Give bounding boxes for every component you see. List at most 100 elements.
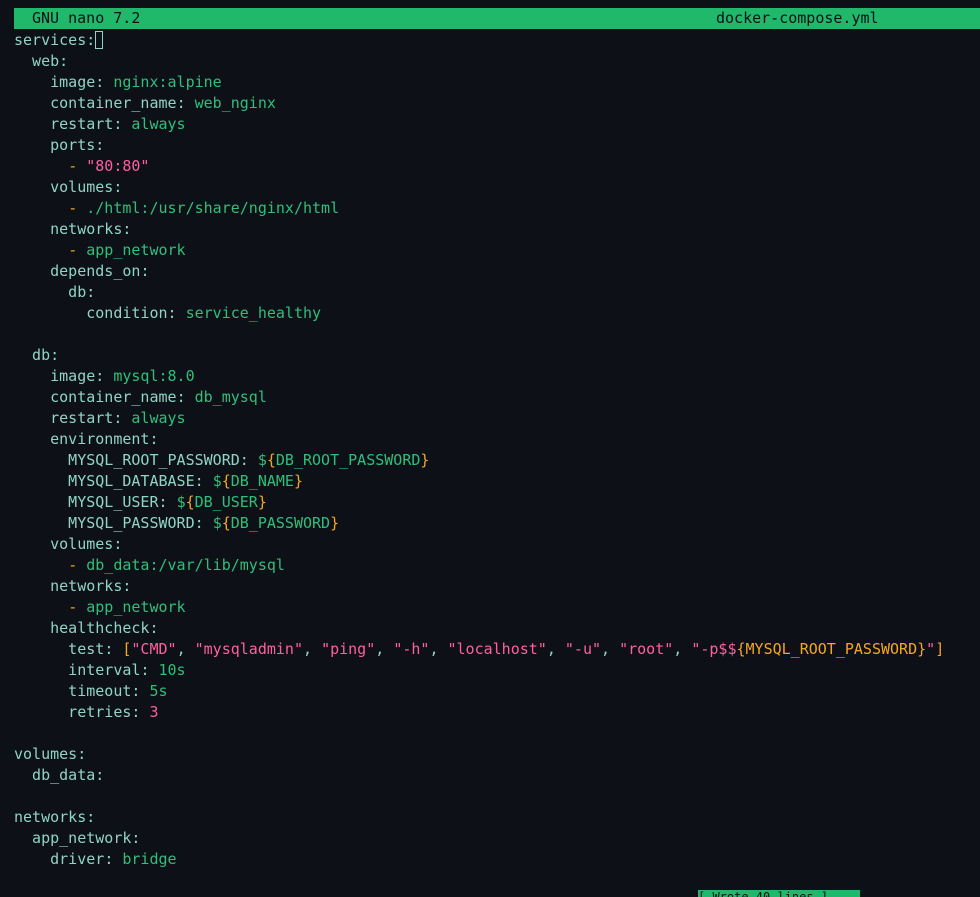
code-token: 3 xyxy=(149,703,159,721)
editor-name: GNU nano 7.2 xyxy=(32,9,141,27)
code-token: "-u" xyxy=(564,640,602,658)
code-line[interactable]: ports: xyxy=(14,135,980,156)
code-token: image xyxy=(14,367,96,385)
text-cursor xyxy=(95,31,104,49)
code-line[interactable]: db: xyxy=(14,282,980,303)
code-token: : xyxy=(104,640,123,658)
code-line[interactable]: - app_network xyxy=(14,240,980,261)
code-line[interactable] xyxy=(14,723,980,744)
code-token: driver xyxy=(14,850,105,868)
code-token: - xyxy=(68,556,87,574)
code-token: services xyxy=(14,31,87,49)
code-token: } xyxy=(293,472,303,490)
code-line[interactable]: depends_on: xyxy=(14,261,980,282)
code-line[interactable]: networks: xyxy=(14,576,980,597)
code-token: app_network xyxy=(86,241,186,259)
code-line[interactable] xyxy=(14,324,980,345)
code-token: db xyxy=(14,346,51,364)
nano-title-bar: GNU nano 7.2 docker-compose.yml xyxy=(14,8,980,29)
code-token: mysql:8.0 xyxy=(113,367,195,385)
code-line[interactable]: MYSQL_PASSWORD: ${DB_PASSWORD} xyxy=(14,513,980,534)
code-line[interactable]: - app_network xyxy=(14,597,980,618)
code-line[interactable]: timeout: 5s xyxy=(14,681,980,702)
code-token: - xyxy=(68,241,87,259)
code-token: volumes xyxy=(14,745,78,763)
code-token: MYSQL_USER xyxy=(14,493,159,511)
code-line[interactable]: image: nginx:alpine xyxy=(14,72,980,93)
code-line[interactable]: restart: always xyxy=(14,408,980,429)
code-token: : xyxy=(86,283,96,301)
code-token: - xyxy=(68,598,87,616)
code-token: : xyxy=(122,220,132,238)
code-line[interactable]: volumes: xyxy=(14,177,980,198)
code-token: : xyxy=(95,367,114,385)
code-line[interactable]: networks: xyxy=(14,807,980,828)
code-line[interactable]: condition: service_healthy xyxy=(14,303,980,324)
code-token: $ xyxy=(212,472,222,490)
code-token: ] xyxy=(935,640,945,658)
code-token: app_network xyxy=(14,829,132,847)
code-token: environment xyxy=(14,430,150,448)
code-token: : xyxy=(122,577,132,595)
text-editor-area[interactable]: services: web: image: nginx:alpine conta… xyxy=(14,30,980,870)
code-line[interactable]: - ./html:/usr/share/nginx/html xyxy=(14,198,980,219)
code-token: , xyxy=(176,640,195,658)
code-token: : xyxy=(167,304,186,322)
code-token: interval xyxy=(14,661,141,679)
code-line[interactable]: - db_data:/var/lib/mysql xyxy=(14,555,980,576)
code-token: DB_USER xyxy=(194,493,258,511)
code-line[interactable]: MYSQL_USER: ${DB_USER} xyxy=(14,492,980,513)
code-token: { xyxy=(266,451,276,469)
code-line[interactable]: web: xyxy=(14,51,980,72)
code-line[interactable]: container_name: web_nginx xyxy=(14,93,980,114)
code-token: test xyxy=(14,640,105,658)
code-token: $ xyxy=(212,514,222,532)
code-token: : xyxy=(158,493,177,511)
code-line[interactable]: MYSQL_ROOT_PASSWORD: ${DB_ROOT_PASSWORD} xyxy=(14,450,980,471)
code-line[interactable]: image: mysql:8.0 xyxy=(14,366,980,387)
code-token: $ xyxy=(176,493,186,511)
code-line[interactable]: app_network: xyxy=(14,828,980,849)
code-line[interactable]: services: xyxy=(14,30,980,51)
code-line[interactable]: healthcheck: xyxy=(14,618,980,639)
code-token: networks xyxy=(14,220,123,238)
code-line[interactable]: driver: bridge xyxy=(14,849,980,870)
code-token: : xyxy=(95,73,114,91)
code-token: } xyxy=(420,451,430,469)
code-line[interactable]: db: xyxy=(14,345,980,366)
code-line[interactable]: db_data: xyxy=(14,765,980,786)
code-line[interactable]: MYSQL_DATABASE: ${DB_NAME} xyxy=(14,471,980,492)
code-token: web xyxy=(14,52,60,70)
code-token: : xyxy=(95,766,105,784)
code-token: app_network xyxy=(86,598,186,616)
code-token: MYSQL_PASSWORD xyxy=(14,514,195,532)
code-line[interactable] xyxy=(14,786,980,807)
code-line[interactable]: interval: 10s xyxy=(14,660,980,681)
code-line[interactable]: environment: xyxy=(14,429,980,450)
code-token: web_nginx xyxy=(194,94,276,112)
code-line[interactable]: - "80:80" xyxy=(14,156,980,177)
code-token: "-p$$ xyxy=(691,640,737,658)
code-token: { xyxy=(221,514,231,532)
code-token: : xyxy=(95,136,105,154)
code-token: ports xyxy=(14,136,96,154)
code-token: : xyxy=(50,346,60,364)
code-line[interactable]: container_name: db_mysql xyxy=(14,387,980,408)
code-token: : xyxy=(176,388,195,406)
code-line[interactable]: volumes: xyxy=(14,534,980,555)
code-token: volumes xyxy=(14,178,114,196)
code-token: : xyxy=(194,472,213,490)
code-line[interactable]: volumes: xyxy=(14,744,980,765)
code-line[interactable]: retries: 3 xyxy=(14,702,980,723)
code-token: always xyxy=(131,115,186,133)
code-line[interactable]: test: ["CMD", "mysqladmin", "ping", "-h"… xyxy=(14,639,980,660)
code-token: networks xyxy=(14,577,123,595)
code-token: : xyxy=(194,514,213,532)
code-token: : xyxy=(113,115,132,133)
code-line[interactable]: networks: xyxy=(14,219,980,240)
code-token: DB_NAME xyxy=(230,472,294,490)
code-line[interactable]: restart: always xyxy=(14,114,980,135)
